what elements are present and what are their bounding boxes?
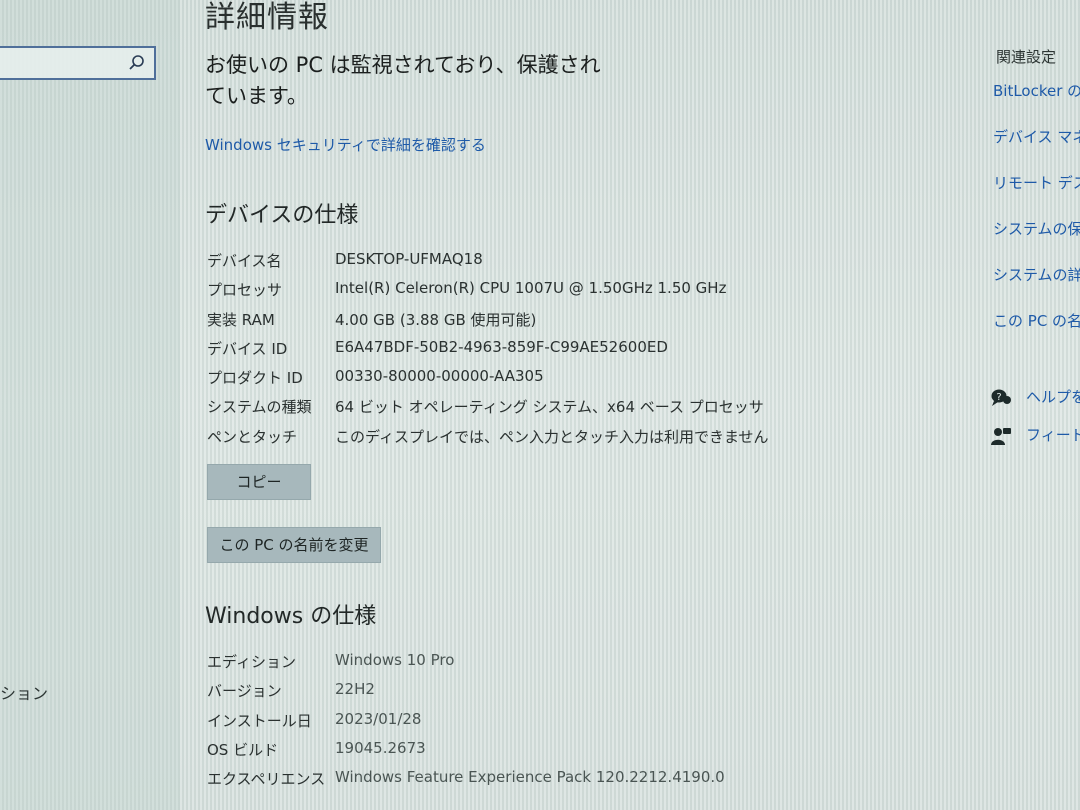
- nav-item-partial[interactable]: ション: [0, 680, 48, 704]
- link-device-manager[interactable]: デバイス マネー: [993, 126, 1080, 147]
- spec-value: E6A47BDF-50B2-4963-859F-C99AE52600ED: [335, 337, 668, 356]
- spec-label: エクスペリエンス: [207, 770, 326, 789]
- spec-value: Intel(R) Celeron(R) CPU 1007U @ 1.50GHz …: [335, 279, 727, 298]
- feedback-icon: [991, 427, 1011, 445]
- spec-value: 2023/01/28: [335, 709, 422, 728]
- link-rename-pc[interactable]: この PC の名前: [993, 310, 1080, 331]
- settings-search-input[interactable]: [0, 46, 156, 80]
- spec-label: デバイス名: [207, 252, 282, 270]
- spec-label: インストール日: [207, 711, 312, 730]
- windows-security-link[interactable]: Windows セキュリティで詳細を確認する: [205, 134, 486, 155]
- spec-value: 4.00 GB (3.88 GB 使用可能): [335, 310, 537, 329]
- device-specs-heading: デバイスの仕様: [205, 203, 359, 228]
- related-settings-panel: 関連設定 BitLocker の デバイス マネー リモート デスク システムの…: [990, 0, 1080, 810]
- help-icon: ?: [991, 389, 1011, 406]
- spec-value: 22H2: [335, 680, 375, 699]
- spec-label: 実装 RAM: [207, 310, 275, 329]
- feedback-link[interactable]: フィードバ: [990, 424, 1080, 446]
- spec-label: バージョン: [207, 682, 282, 701]
- copy-button[interactable]: コピー: [207, 464, 311, 500]
- spec-label: エディション: [207, 653, 296, 671]
- left-nav-pane: ション: [0, 0, 180, 810]
- spec-label: OS ビルド: [207, 740, 279, 759]
- spec-value: Windows 10 Pro: [335, 651, 455, 669]
- help-label[interactable]: ヘルプを: [1026, 388, 1080, 406]
- feedback-label[interactable]: フィードバ: [1026, 426, 1080, 444]
- spec-label: デバイス ID: [207, 339, 288, 358]
- svg-text:?: ?: [996, 392, 1001, 403]
- spec-label: プロダクト ID: [207, 369, 303, 388]
- spec-label: システムの種類: [207, 398, 312, 417]
- spec-value: このディスプレイでは、ペン入力とタッチ入力は利用できません: [335, 427, 769, 446]
- page-title: 詳細情報: [205, 0, 329, 35]
- search-icon[interactable]: [128, 54, 146, 72]
- help-link[interactable]: ? ヘルプを: [990, 386, 1080, 408]
- link-advanced-system[interactable]: システムの詳細: [993, 264, 1080, 285]
- link-bitlocker[interactable]: BitLocker の: [993, 80, 1080, 101]
- related-settings-heading: 関連設定: [996, 48, 1057, 66]
- security-status-text: お使いの PC は監視されており、保護されています。: [205, 53, 601, 108]
- spec-value: 19045.2673: [335, 738, 426, 757]
- link-remote-desktop[interactable]: リモート デスク: [993, 172, 1080, 193]
- spec-value: 00330-80000-00000-AA305: [335, 367, 544, 386]
- spec-value: Windows Feature Experience Pack 120.2212…: [335, 768, 725, 787]
- spec-label: ペンとタッチ: [207, 427, 298, 446]
- spec-value: 64 ビット オペレーティング システム、x64 ベース プロセッサ: [335, 398, 764, 417]
- spec-value: DESKTOP-UFMAQ18: [335, 250, 483, 268]
- rename-pc-button[interactable]: この PC の名前を変更: [207, 527, 381, 563]
- spec-label: プロセッサ: [207, 281, 283, 300]
- windows-specs-heading: Windows の仕様: [205, 604, 377, 629]
- link-system-protection[interactable]: システムの保護: [993, 218, 1080, 239]
